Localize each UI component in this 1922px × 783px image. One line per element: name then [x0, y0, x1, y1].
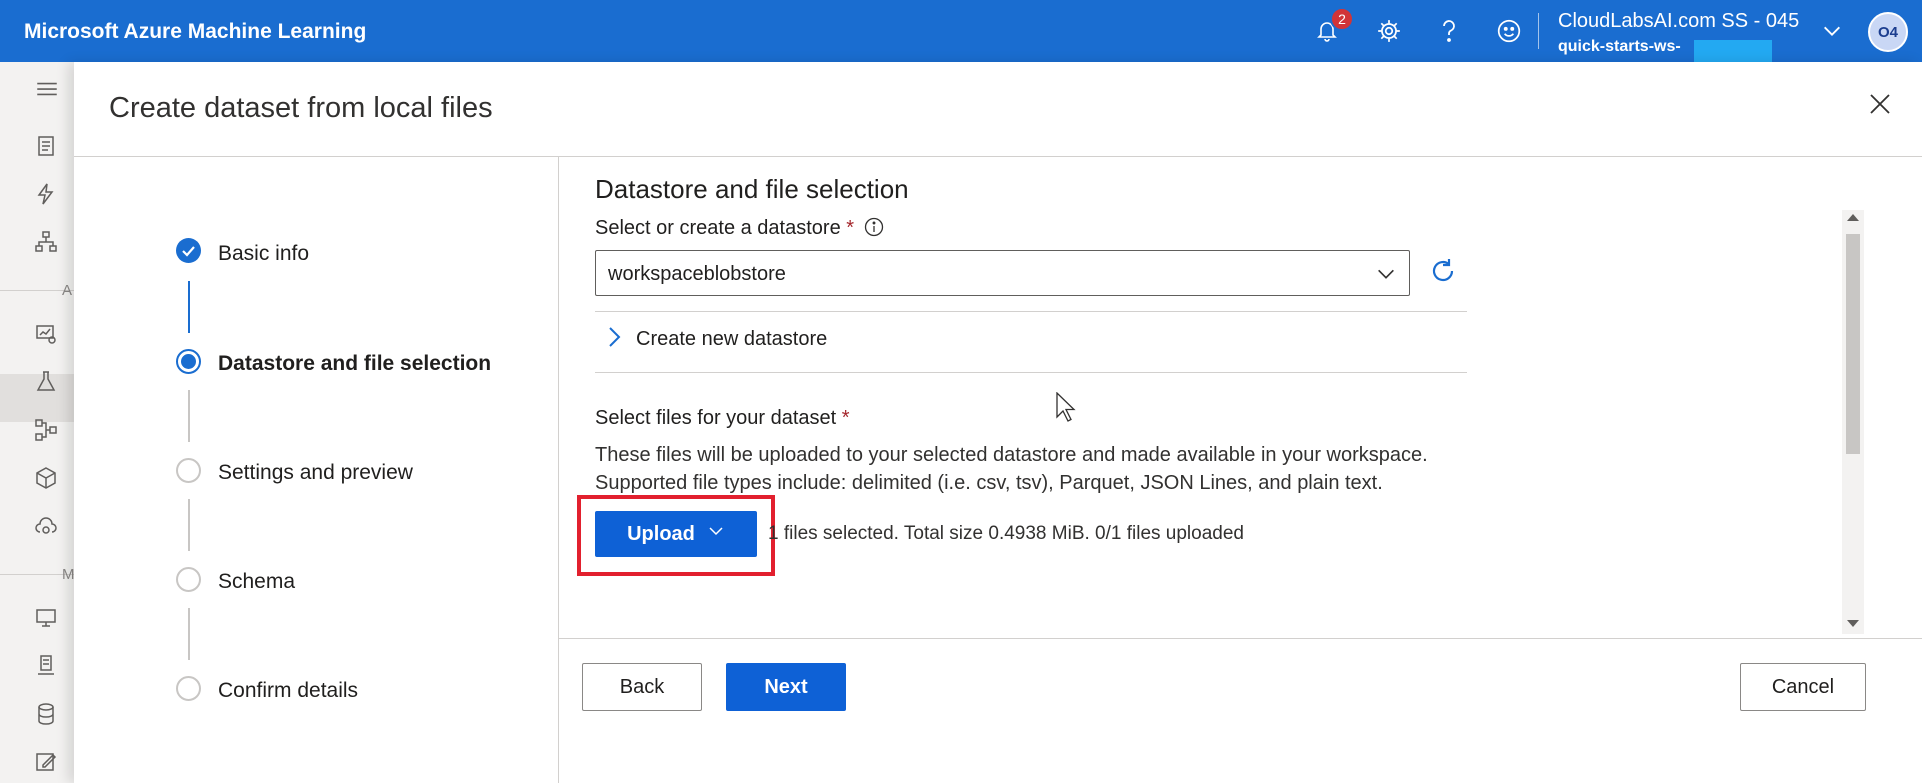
endpoints-icon[interactable] — [34, 514, 60, 540]
labeling-icon[interactable] — [34, 750, 60, 776]
header-divider — [74, 156, 1922, 157]
app-title[interactable]: Microsoft Azure Machine Learning — [24, 20, 366, 44]
divider — [595, 372, 1467, 373]
required-marker: * — [846, 217, 855, 239]
step-connector — [188, 390, 190, 442]
refresh-icon[interactable] — [1428, 256, 1458, 286]
top-bar: Microsoft Azure Machine Learning 2 Cloud… — [0, 0, 1922, 62]
automl-icon[interactable] — [34, 182, 60, 208]
step-settings-preview[interactable]: Settings and preview — [218, 461, 413, 485]
datastore-dropdown[interactable]: workspaceblobstore — [595, 250, 1410, 296]
create-new-datastore-label: Create new datastore — [636, 328, 828, 350]
hamburger-icon[interactable] — [34, 76, 60, 102]
compute-icon[interactable] — [34, 606, 60, 632]
back-button[interactable]: Back — [582, 663, 702, 711]
notebook-icon[interactable] — [34, 134, 60, 160]
files-label: Select files for your dataset * — [595, 407, 850, 430]
upload-button[interactable]: Upload — [595, 511, 757, 557]
environments-icon[interactable] — [34, 654, 60, 680]
header-divider — [1538, 13, 1539, 49]
help-icon[interactable] — [1432, 14, 1466, 48]
notifications-badge: 2 — [1330, 7, 1354, 31]
divider — [595, 311, 1467, 312]
step-connector — [188, 499, 190, 551]
avatar[interactable]: O4 — [1868, 12, 1908, 52]
create-new-datastore-expander[interactable]: Create new datastore — [606, 326, 827, 353]
info-icon[interactable] — [864, 217, 884, 243]
datastores-icon[interactable] — [34, 702, 60, 728]
chevron-down-icon[interactable] — [1815, 14, 1849, 48]
experiments-icon[interactable] — [34, 370, 60, 396]
gear-icon[interactable] — [1372, 14, 1406, 48]
datastore-label-text: Select or create a datastore — [595, 217, 841, 239]
smiley-icon[interactable] — [1492, 14, 1526, 48]
cancel-button[interactable]: Cancel — [1740, 663, 1866, 711]
next-button[interactable]: Next — [726, 663, 846, 711]
step-basic-info[interactable]: Basic info — [218, 242, 309, 266]
account-name[interactable]: CloudLabsAI.com SS - 045 — [1558, 10, 1799, 33]
steps-divider — [558, 157, 559, 783]
create-dataset-panel: Create dataset from local files Basic in… — [74, 62, 1922, 783]
datastore-label: Select or create a datastore * — [595, 217, 884, 243]
upload-label: Upload — [627, 522, 695, 545]
redaction-mask — [1694, 40, 1772, 62]
upload-status-text: 1 files selected. Total size 0.4938 MiB.… — [768, 523, 1244, 544]
left-nav-rail: A M — [0, 62, 75, 783]
panel-title: Create dataset from local files — [109, 92, 493, 124]
content-scrollbar[interactable] — [1842, 210, 1864, 634]
step-pending-icon — [176, 676, 201, 701]
files-description-line1: These files will be uploaded to your sel… — [595, 444, 1428, 466]
scroll-thumb[interactable] — [1846, 234, 1860, 454]
pipelines-icon[interactable] — [34, 418, 60, 444]
files-description-line2: Supported file types include: delimited … — [595, 472, 1383, 494]
step-complete-icon — [176, 238, 201, 263]
models-icon[interactable] — [34, 466, 60, 492]
footer-divider — [559, 638, 1922, 639]
step-pending-icon — [176, 458, 201, 483]
datasets-icon[interactable] — [34, 322, 60, 348]
section-title: Datastore and file selection — [595, 174, 909, 204]
step-pending-icon — [176, 567, 201, 592]
step-confirm-details[interactable]: Confirm details — [218, 679, 358, 703]
step-current-icon — [176, 349, 201, 374]
rail-section-letter: M — [62, 566, 75, 583]
step-datastore-selection[interactable]: Datastore and file selection — [218, 352, 491, 376]
chevron-right-icon — [606, 326, 622, 353]
step-connector — [188, 281, 190, 333]
required-marker: * — [841, 407, 850, 429]
datastore-dropdown-value: workspaceblobstore — [608, 263, 786, 285]
workspace-name[interactable]: quick-starts-ws- — [1558, 38, 1681, 56]
close-icon[interactable] — [1864, 88, 1896, 120]
step-connector — [188, 608, 190, 660]
scroll-down-arrow[interactable] — [1847, 620, 1859, 627]
step-schema[interactable]: Schema — [218, 570, 295, 594]
chevron-down-icon — [1375, 263, 1397, 285]
mouse-cursor-icon — [1056, 391, 1076, 427]
files-label-text: Select files for your dataset — [595, 407, 837, 429]
chevron-down-icon — [707, 522, 725, 546]
designer-icon[interactable] — [34, 230, 60, 256]
rail-section-letter: A — [62, 282, 73, 299]
scroll-up-arrow[interactable] — [1847, 214, 1859, 221]
